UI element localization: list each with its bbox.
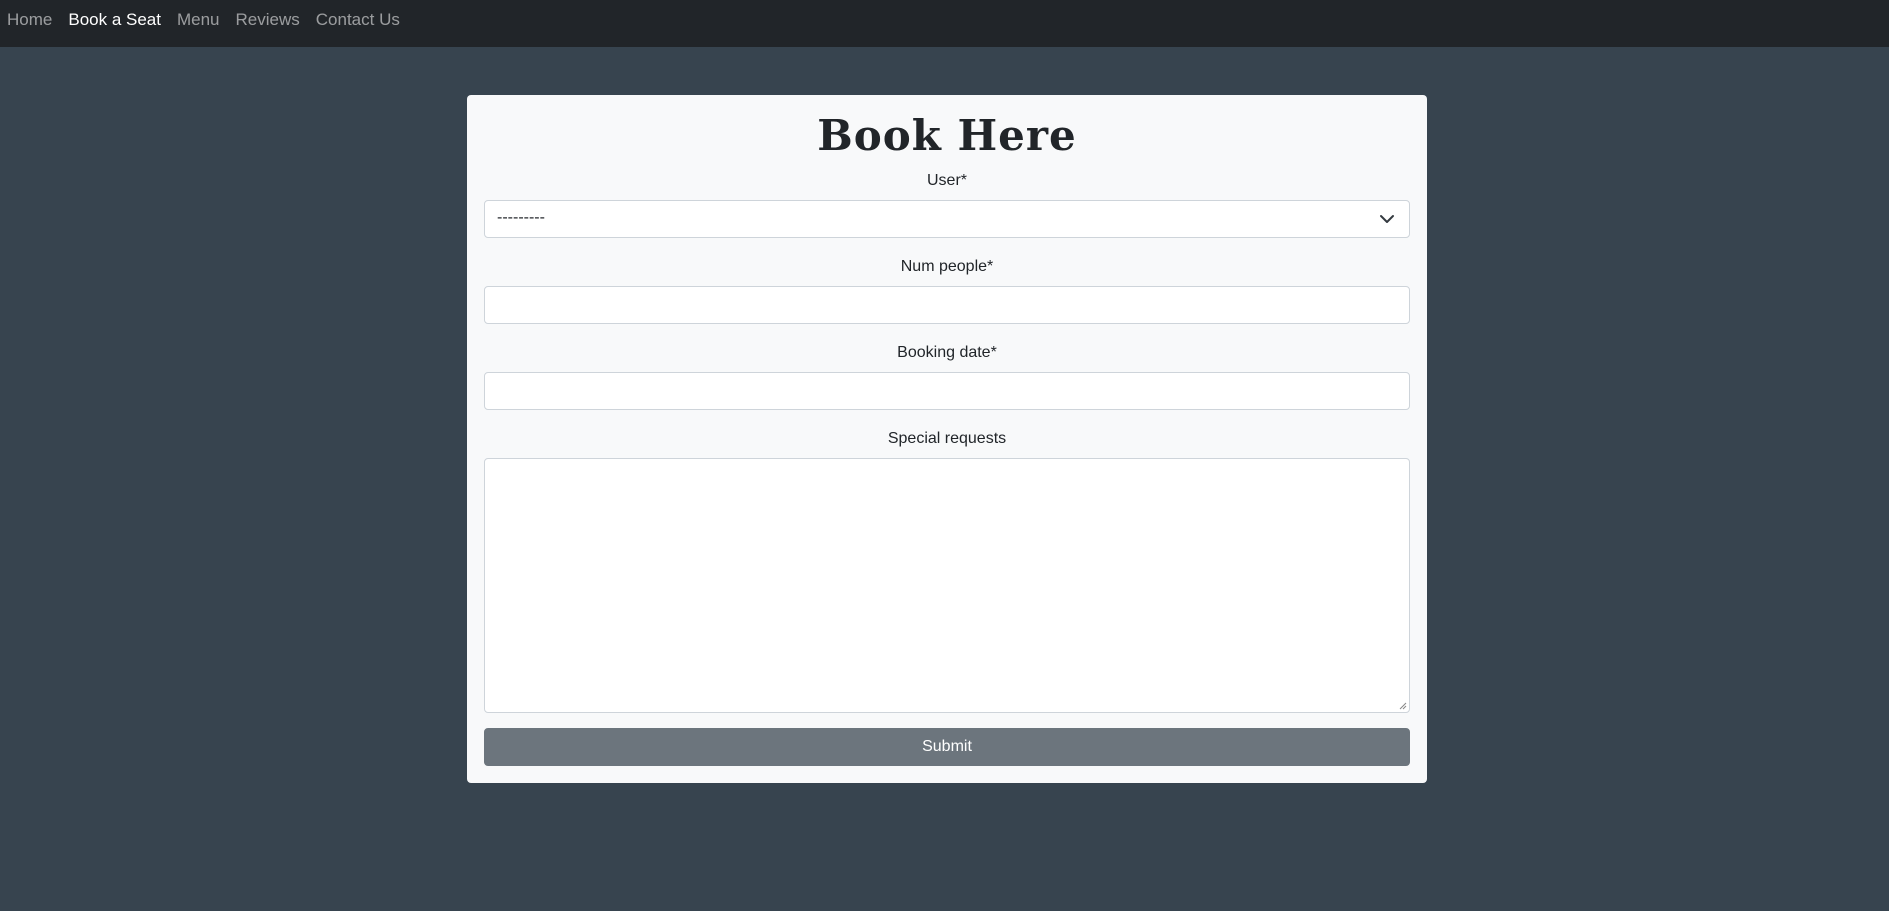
chevron-down-icon	[1380, 215, 1394, 223]
num-people-label: Num people*	[900, 258, 994, 275]
submit-button[interactable]: Submit	[484, 728, 1410, 766]
nav-link-contact-us[interactable]: Contact Us	[316, 11, 400, 28]
nav-link-menu[interactable]: Menu	[177, 11, 220, 28]
booking-date-label: Booking date*	[897, 344, 997, 361]
user-select[interactable]: ---------	[484, 200, 1410, 238]
special-requests-label: Special requests	[887, 430, 1007, 447]
booking-form-card: Book Here User* --------- Num people* Bo…	[467, 95, 1427, 783]
num-people-input[interactable]	[484, 286, 1410, 324]
resize-grip-icon[interactable]	[1398, 701, 1407, 710]
special-requests-textarea[interactable]	[484, 458, 1410, 713]
nav-link-book-a-seat[interactable]: Book a Seat	[68, 11, 161, 28]
nav-link-home[interactable]: Home	[7, 11, 52, 28]
top-navbar: Home Book a Seat Menu Reviews Contact Us	[0, 0, 1889, 47]
nav-link-reviews[interactable]: Reviews	[236, 11, 300, 28]
user-label: User*	[926, 172, 967, 189]
user-select-value: ---------	[497, 209, 545, 226]
form-title: Book Here	[817, 111, 1077, 160]
booking-date-input[interactable]	[484, 372, 1410, 410]
